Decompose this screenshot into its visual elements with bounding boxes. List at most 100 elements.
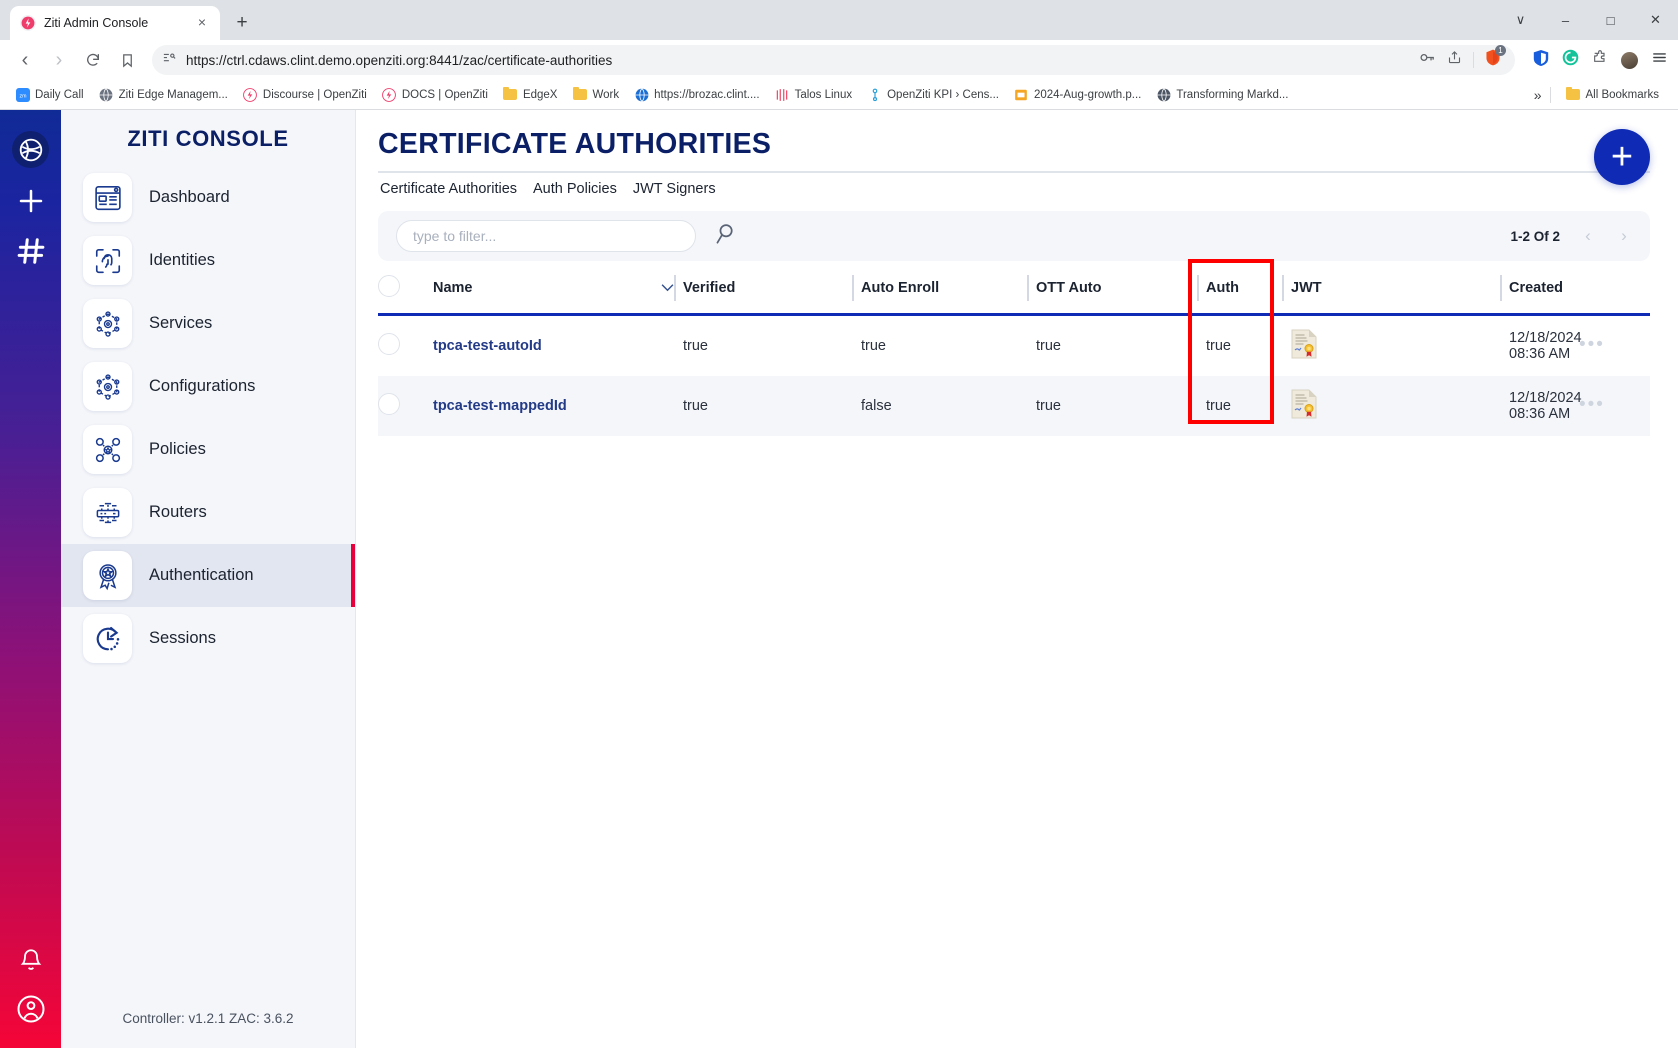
add-certificate-authority-button[interactable]: + [1594,129,1650,185]
bookmark-item[interactable]: DOCS | OpenZiti [375,84,495,105]
select-all-radio[interactable] [378,275,400,297]
browser-tab[interactable]: Ziti Admin Console × [10,6,220,40]
ziti-logo-icon[interactable] [12,131,49,168]
sidebar-item-identities[interactable]: Identities [61,229,355,292]
reload-button[interactable] [78,45,108,75]
column-header-name[interactable]: Name [433,261,618,315]
sidebar-nav: Dashboard Identities [61,166,355,670]
cell-name[interactable]: tpca-test-mappedId [433,376,618,436]
routers-icon [83,488,132,537]
tab-jwt-signers[interactable]: JWT Signers [633,181,716,197]
tab-search-icon[interactable]: ∨ [1498,0,1543,40]
next-page-button[interactable]: › [1616,226,1632,246]
sidebar-item-services[interactable]: Services [61,292,355,355]
sidebar-item-sessions[interactable]: Sessions [61,607,355,670]
share-icon[interactable] [1447,50,1462,70]
certificate-authorities-table: Name Verified Auto Enroll OTT Auto Auth … [378,261,1650,436]
table-row[interactable]: tpca-test-autoId true true true true [378,315,1650,377]
bell-notification-icon[interactable] [13,942,48,977]
previous-page-button[interactable]: ‹ [1580,226,1596,246]
bookmark-label: 2024-Aug-growth.p... [1034,89,1141,101]
content-tabs: Certificate Authorities Auth Policies JW… [378,173,1650,197]
filter-toolbar: 1-2 Of 2 ‹ › [378,211,1650,261]
address-bar[interactable]: https://ctrl.cdaws.clint.demo.openziti.o… [152,45,1515,75]
row-menu-button[interactable]: ••• [1579,334,1605,355]
row-radio[interactable] [378,393,400,415]
hamburger-menu-icon[interactable] [1651,49,1668,71]
bookmark-item[interactable]: Ziti Edge Managem... [92,84,235,105]
bookmark-item[interactable]: 2024-Aug-growth.p... [1007,84,1148,105]
ziti-logo-icon [20,15,36,31]
close-icon[interactable]: × [194,15,210,31]
certificate-document-icon[interactable] [1291,389,1317,419]
column-header-verified[interactable]: Verified [683,261,861,315]
all-bookmarks-button[interactable]: All Bookmarks [1559,84,1667,105]
tab-auth-policies[interactable]: Auth Policies [533,181,617,197]
bookmark-item[interactable]: Discourse | OpenZiti [236,84,374,105]
brave-shields-icon[interactable]: 1 [1485,49,1501,71]
omnibox-actions: 1 [1419,49,1505,71]
bookmarks-overflow-button[interactable]: » [1534,87,1542,103]
select-all-cell [378,261,433,315]
new-tab-button[interactable]: + [228,9,256,37]
bookmark-label: Daily Call [35,89,84,101]
close-window-button[interactable]: ✕ [1633,0,1678,40]
bookmark-item[interactable]: Work [565,84,626,105]
grammarly-icon[interactable] [1562,49,1579,71]
column-header-auto-enroll[interactable]: Auto Enroll [861,261,1036,315]
magnifier-icon[interactable] [712,221,738,252]
column-header-created[interactable]: Created [1509,261,1579,315]
pagination-label: 1-2 Of 2 [1510,229,1560,244]
bookmark-item[interactable]: https://brozac.clint.... [627,84,766,105]
table-row[interactable]: tpca-test-mappedId true false true true [378,376,1650,436]
forward-button[interactable]: › [44,45,74,75]
sidebar: ZITI CONSOLE Dashboard [61,110,356,1048]
back-button[interactable]: ‹ [10,45,40,75]
bookmark-item[interactable]: OpenZiti KPI › Cens... [860,84,1006,105]
tab-title: Ziti Admin Console [44,16,186,30]
site-settings-icon[interactable] [162,50,177,70]
ziti-logo-icon [243,87,258,102]
minimize-button[interactable]: – [1543,0,1588,40]
hash-icon[interactable] [13,233,48,268]
cell-jwt[interactable] [1291,376,1509,436]
maximize-button[interactable]: □ [1588,0,1633,40]
bookmark-item[interactable]: Transforming Markd... [1149,84,1295,105]
cell-name[interactable]: tpca-test-autoId [433,315,618,377]
cell-created: 12/18/2024 08:36 AM [1509,315,1579,377]
row-select-cell [378,376,433,436]
bookmark-item[interactable]: EdgeX [496,84,565,105]
certificate-document-icon[interactable] [1291,329,1317,359]
search-input[interactable] [396,220,696,252]
plus-icon[interactable] [13,183,48,218]
cell-jwt[interactable] [1291,315,1509,377]
row-radio[interactable] [378,333,400,355]
column-header-ott-auto[interactable]: OTT Auto [1036,261,1206,315]
svg-text:zm: zm [19,93,27,99]
column-header-jwt[interactable]: JWT [1291,261,1509,315]
row-actions-cell: ••• [1579,315,1650,377]
globe-icon [634,87,649,102]
tab-certificate-authorities[interactable]: Certificate Authorities [380,181,517,197]
password-key-icon[interactable] [1419,50,1436,70]
tab-strip: Ziti Admin Console × + ∨ – □ ✕ [0,0,1678,40]
sidebar-item-authentication[interactable]: Authentication [61,544,355,607]
sidebar-item-configurations[interactable]: Configurations [61,355,355,418]
sidebar-item-routers[interactable]: Routers [61,481,355,544]
user-account-icon[interactable] [13,991,48,1026]
sidebar-item-dashboard[interactable]: Dashboard [61,166,355,229]
bookmark-item[interactable]: zm Daily Call [8,84,91,105]
chevron-down-icon[interactable] [660,280,675,296]
bookmark-icon[interactable] [112,45,142,75]
profile-avatar[interactable] [1621,52,1638,69]
window-controls: ∨ – □ ✕ [1498,0,1678,40]
globe-icon [99,87,114,102]
bitwarden-icon[interactable] [1533,49,1549,72]
column-header-auth[interactable]: Auth [1206,261,1291,315]
cell-verified: true [683,315,861,377]
row-menu-button[interactable]: ••• [1579,394,1605,415]
sidebar-item-policies[interactable]: Policies [61,418,355,481]
puzzle-extensions-icon[interactable] [1592,50,1608,71]
bookmark-item[interactable]: Talos Linux [768,84,860,105]
page-title: CERTIFICATE AUTHORITIES [378,128,1650,161]
